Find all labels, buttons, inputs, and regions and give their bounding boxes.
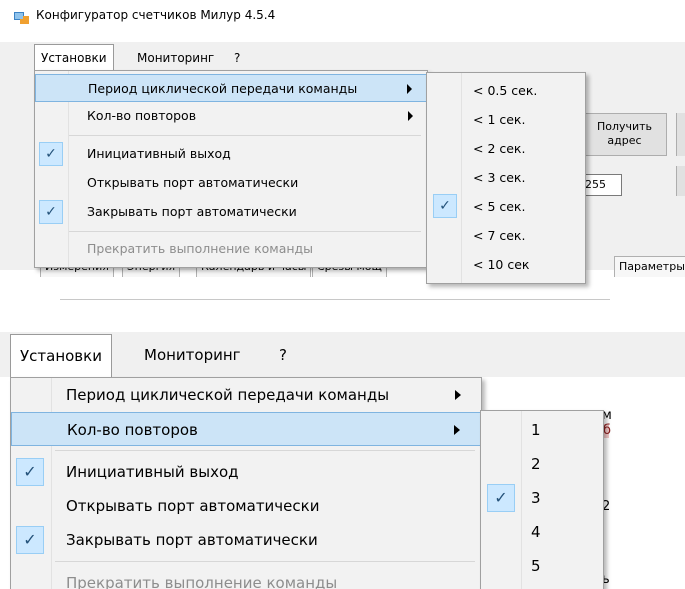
submenu-item-label: < 0.5 сек.	[473, 83, 538, 98]
menu-item-stop-command[interactable]: Прекратить выполнение команды	[11, 566, 481, 589]
menu-item-stop-command[interactable]: Прекратить выполнение команды	[35, 235, 427, 263]
submenu-item-4[interactable]: 4	[481, 515, 603, 549]
submenu-item-1[interactable]: 1	[481, 413, 603, 447]
menu-item-initiative-output[interactable]: ✓ Инициативный выход	[35, 140, 427, 168]
submenu-item-label: 2	[531, 455, 541, 473]
repeat-count-submenu: 1 2 ✓ 3 4 5	[480, 410, 604, 589]
screenshot-panel-2: Установки Мониторинг ? м б 2 ь Период ци…	[0, 332, 685, 589]
checkmark-icon: ✓	[16, 458, 44, 486]
period-submenu: < 0.5 сек. < 1 сек. < 2 сек. < 3 сек. ✓ …	[426, 72, 586, 284]
menu-ustanovki[interactable]: Установки	[34, 44, 114, 71]
menu-help[interactable]: ?	[228, 48, 246, 68]
menu-separator	[55, 561, 475, 562]
menu-separator	[55, 450, 475, 451]
submenu-item-label: < 3 сек.	[473, 170, 526, 185]
menu-item-label: Инициативный выход	[66, 463, 239, 481]
submenu-item-label: 3	[531, 489, 541, 507]
menu-item-initiative-output[interactable]: ✓ Инициативный выход	[11, 455, 481, 489]
submenu-item-label: < 5 сек.	[473, 199, 526, 214]
menu-separator	[69, 135, 421, 136]
divider	[60, 299, 610, 300]
submenu-item-5s[interactable]: ✓ < 5 сек.	[427, 192, 585, 221]
get-address-button[interactable]: Получить адрес	[582, 113, 667, 156]
app-icon	[14, 12, 29, 24]
menu-item-label: Прекратить выполнение команды	[66, 574, 338, 589]
menu-item-repeat-count[interactable]: Кол-во повторов	[35, 102, 427, 130]
submenu-item-label: < 10 сек	[473, 257, 530, 272]
menu-item-cycle-period[interactable]: Период циклической передачи команды	[35, 74, 427, 102]
menu-item-label: Прекратить выполнение команды	[87, 241, 314, 256]
submenu-arrow-icon	[454, 425, 460, 435]
partial-button[interactable]	[676, 113, 685, 156]
submenu-item-label: 5	[531, 557, 541, 575]
menu-ustanovki[interactable]: Установки	[10, 334, 112, 380]
menu-item-label: Закрывать порт автоматически	[66, 531, 318, 549]
submenu-item-label: < 2 сек.	[473, 141, 526, 156]
menu-item-repeat-count[interactable]: Кол-во повторов	[11, 412, 481, 446]
checkmark-icon: ✓	[487, 484, 515, 512]
address-field[interactable]: 255	[582, 174, 622, 196]
menu-item-close-port-auto[interactable]: ✓ Закрывать порт автоматически	[35, 198, 427, 226]
submenu-arrow-icon	[455, 390, 461, 400]
partial-button-2[interactable]	[676, 166, 685, 196]
submenu-item-10s[interactable]: < 10 сек	[427, 250, 585, 279]
menu-item-open-port-auto[interactable]: Открывать порт автоматически	[11, 489, 481, 523]
menu-item-label: Инициативный выход	[87, 146, 231, 161]
menu-item-label: Период циклической передачи команды	[88, 81, 358, 96]
checkmark-icon: ✓	[16, 526, 44, 554]
menu-separator	[69, 231, 421, 232]
tab-parameters[interactable]: Параметры	[614, 256, 685, 277]
submenu-item-2s[interactable]: < 2 сек.	[427, 134, 585, 163]
checkmark-icon: ✓	[39, 142, 63, 166]
submenu-arrow-icon	[407, 84, 412, 94]
menu-monitoring[interactable]: Мониторинг	[135, 336, 250, 374]
menu-item-label: Кол-во повторов	[87, 108, 197, 123]
submenu-item-3[interactable]: ✓ 3	[481, 481, 603, 515]
submenu-item-7s[interactable]: < 7 сек.	[427, 221, 585, 250]
checkmark-icon: ✓	[39, 200, 63, 224]
submenu-item-label: < 7 сек.	[473, 228, 526, 243]
menu-item-label: Открывать порт автоматически	[87, 175, 299, 190]
submenu-item-label: 1	[531, 421, 541, 439]
menu-item-open-port-auto[interactable]: Открывать порт автоматически	[35, 169, 427, 197]
menu-monitoring[interactable]: Мониторинг	[131, 48, 220, 68]
settings-dropdown: Период циклической передачи команды Кол-…	[34, 70, 428, 268]
window-title: Конфигуратор счетчиков Милур 4.5.4	[36, 8, 276, 22]
submenu-arrow-icon	[408, 111, 413, 121]
submenu-item-0-5s[interactable]: < 0.5 сек.	[427, 76, 585, 105]
submenu-item-3s[interactable]: < 3 сек.	[427, 163, 585, 192]
settings-dropdown: Период циклической передачи команды Кол-…	[10, 377, 482, 589]
menu-item-close-port-auto[interactable]: ✓ Закрывать порт автоматически	[11, 523, 481, 557]
menu-item-cycle-period[interactable]: Период циклической передачи команды	[11, 378, 481, 412]
background-text: б	[603, 423, 612, 438]
menu-item-label: Открывать порт автоматически	[66, 497, 320, 515]
submenu-item-2[interactable]: 2	[481, 447, 603, 481]
submenu-item-5[interactable]: 5	[481, 549, 603, 583]
checkmark-icon: ✓	[433, 194, 457, 218]
submenu-item-1s[interactable]: < 1 сек.	[427, 105, 585, 134]
menu-item-label: Период циклической передачи команды	[66, 386, 390, 404]
menu-item-label: Закрывать порт автоматически	[87, 204, 297, 219]
menu-help[interactable]: ?	[270, 336, 296, 374]
submenu-item-label: < 1 сек.	[473, 112, 526, 127]
submenu-item-label: 4	[531, 523, 541, 541]
menu-item-label: Кол-во повторов	[67, 421, 198, 439]
screenshot-panel-1: Конфигуратор счетчиков Милур 4.5.4 Получ…	[0, 0, 685, 300]
